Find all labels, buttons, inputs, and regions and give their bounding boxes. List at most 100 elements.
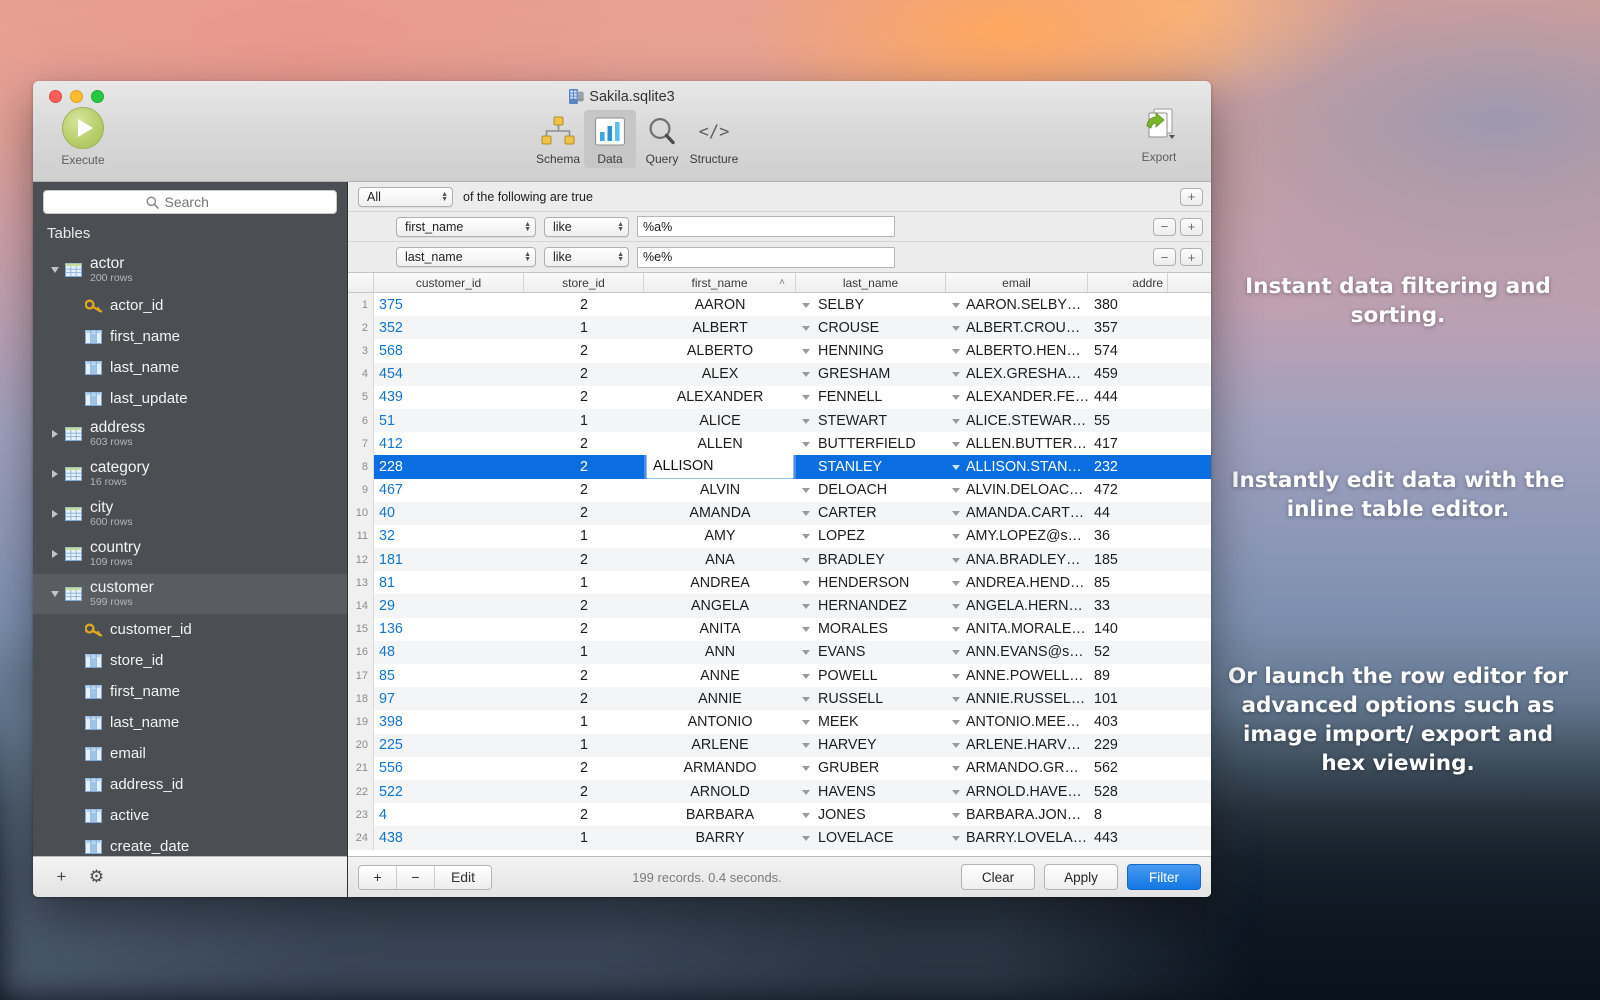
cell-dropdown-icon[interactable] [802,604,810,609]
cell-dropdown-icon[interactable] [952,349,960,354]
sidebar-column-store_id[interactable]: store_id [33,645,347,676]
column-header-last_name[interactable]: last_name [796,273,946,292]
cell-store_id[interactable]: 2 [524,803,644,826]
cell-customer_id[interactable]: 97 [374,687,524,710]
sidebar-column-last_update[interactable]: last_update [33,383,347,414]
cell-dropdown-icon[interactable] [952,326,960,331]
cell-customer_id[interactable]: 225 [374,734,524,757]
cell-customer_id[interactable]: 136 [374,618,524,641]
cell-last_name[interactable]: JONES [796,803,946,826]
cell-store_id[interactable]: 2 [524,455,644,478]
cell-dropdown-icon[interactable] [802,697,810,702]
sidebar-column-first_name[interactable]: first_name [33,321,347,352]
cell-store_id[interactable]: 2 [524,594,644,617]
cell-first_name[interactable]: ARNOLD [644,780,796,803]
cell-email[interactable]: ANNE.POWELL… [946,664,1088,687]
table-row[interactable]: 121812ANABRADLEYANA.BRADLEY…185 [348,548,1211,571]
table-row[interactable]: 94672ALVINDELOACHALVIN.DELOAC…472 [348,479,1211,502]
cell-dropdown-icon[interactable] [802,372,810,377]
cell-customer_id[interactable]: 556 [374,757,524,780]
cell-last_name[interactable]: LOVELACE [796,826,946,849]
cell-first_name[interactable]: ANDREA [644,571,796,594]
cell-email[interactable]: ANTONIO.MEE… [946,710,1088,733]
filter-field-select[interactable]: first_name▲▼ [396,217,536,237]
cell-last_name[interactable]: SELBY [796,293,946,316]
cell-last_name[interactable]: BUTTERFIELD [796,432,946,455]
cell-first_name[interactable]: AMANDA [644,502,796,525]
cell-address_id[interactable]: 403 [1088,710,1168,733]
sidebar-table-category[interactable]: category16 rows [33,454,347,494]
cell-address_id[interactable]: 89 [1088,664,1168,687]
cell-dropdown-icon[interactable] [802,790,810,795]
cell-address_id[interactable]: 55 [1088,409,1168,432]
table-row[interactable]: 244381BARRYLOVELACEBARRY.LOVELA…443 [348,826,1211,849]
cell-store_id[interactable]: 2 [524,780,644,803]
cell-store_id[interactable]: 2 [524,293,644,316]
execute-button[interactable]: Execute [47,107,119,167]
tab-data[interactable]: Data [584,110,636,168]
cell-address_id[interactable]: 472 [1088,479,1168,502]
cell-dropdown-icon[interactable] [952,766,960,771]
cell-dropdown-icon[interactable] [952,511,960,516]
cell-address_id[interactable]: 101 [1088,687,1168,710]
table-row[interactable]: 13811ANDREAHENDERSONANDREA.HEND…85 [348,571,1211,594]
cell-dropdown-icon[interactable] [802,836,810,841]
cell-dropdown-icon[interactable] [802,326,810,331]
cell-dropdown-icon[interactable] [802,488,810,493]
cell-address_id[interactable]: 229 [1088,734,1168,757]
cell-customer_id[interactable]: 439 [374,386,524,409]
cell-email[interactable]: BARRY.LOVELA… [946,826,1088,849]
filter-operator-select[interactable]: like▲▼ [544,217,629,237]
disclosure-triangle-icon[interactable] [47,267,63,273]
cell-dropdown-icon[interactable] [952,581,960,586]
cell-address_id[interactable]: 185 [1088,548,1168,571]
cell-store_id[interactable]: 2 [524,548,644,571]
sidebar-table-actor[interactable]: actor200 rows [33,250,347,290]
table-row[interactable]: 202251ARLENEHARVEYARLENE.HARV…229 [348,734,1211,757]
cell-first_name[interactable]: ANITA [644,618,796,641]
cell-email[interactable]: ALBERT.CROU… [946,316,1088,339]
cell-address_id[interactable]: 574 [1088,339,1168,362]
cell-first_name[interactable]: ALVIN [644,479,796,502]
cell-store_id[interactable]: 2 [524,339,644,362]
column-header-customer_id[interactable]: customer_id [374,273,524,292]
column-header-email[interactable]: email [946,273,1088,292]
tab-query[interactable]: Query [636,110,688,168]
sidebar-column-actor_id[interactable]: actor_id [33,290,347,321]
cell-customer_id[interactable]: 48 [374,641,524,664]
tab-schema[interactable]: Schema [532,110,584,168]
cell-dropdown-icon[interactable] [952,743,960,748]
cell-email[interactable]: ARLENE.HARV… [946,734,1088,757]
cell-dropdown-icon[interactable] [802,627,810,632]
add-filter-row-button[interactable]: + [1180,188,1203,206]
add-filter-row-button[interactable]: + [1180,218,1203,236]
cell-first_name[interactable]: BARRY [644,826,796,849]
cell-first_name[interactable]: ANGELA [644,594,796,617]
cell-last_name[interactable]: HERNANDEZ [796,594,946,617]
table-row[interactable]: 151362ANITAMORALESANITA.MORALE…140 [348,618,1211,641]
cell-first_name[interactable]: ANNE [644,664,796,687]
disclosure-triangle-icon[interactable] [47,591,63,597]
cell-address_id[interactable]: 232 [1088,455,1168,478]
table-row[interactable]: 82282ALLISONSTANLEYALLISON.STAN…232 [348,455,1211,478]
cell-address_id[interactable]: 417 [1088,432,1168,455]
cell-customer_id[interactable]: 181 [374,548,524,571]
cell-store_id[interactable]: 1 [524,571,644,594]
cell-last_name[interactable]: HAVENS [796,780,946,803]
cell-address_id[interactable]: 459 [1088,363,1168,386]
disclosure-triangle-icon[interactable] [47,470,63,478]
cell-address_id[interactable]: 8 [1088,803,1168,826]
cell-dropdown-icon[interactable] [802,303,810,308]
table-row[interactable]: 44542ALEXGRESHAMALEX.GRESHA…459 [348,363,1211,386]
delete-record-button[interactable]: − [397,866,435,889]
disclosure-triangle-icon[interactable] [47,430,63,438]
cell-last_name[interactable]: LOPEZ [796,525,946,548]
cell-email[interactable]: ALLEN.BUTTER… [946,432,1088,455]
cell-dropdown-icon[interactable] [802,766,810,771]
cell-email[interactable]: ANN.EVANS@s… [946,641,1088,664]
table-row[interactable]: 14292ANGELAHERNANDEZANGELA.HERN…33 [348,594,1211,617]
cell-dropdown-icon[interactable] [802,581,810,586]
cell-dropdown-icon[interactable] [952,604,960,609]
cell-address_id[interactable]: 528 [1088,780,1168,803]
cell-customer_id[interactable]: 228 [374,455,524,478]
